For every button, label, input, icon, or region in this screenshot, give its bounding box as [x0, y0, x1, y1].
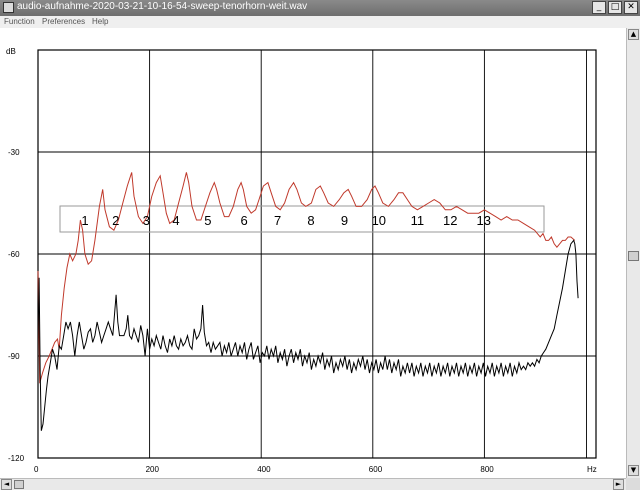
- menu-function[interactable]: Function: [4, 17, 35, 26]
- peak-label: 2: [112, 213, 119, 228]
- peak-label: 1: [81, 213, 88, 228]
- vertical-scrollbar[interactable]: ▲ ▼: [626, 28, 640, 478]
- annotation-box: [59, 205, 545, 233]
- minimize-button[interactable]: _: [592, 1, 606, 14]
- background-noise-line: [37, 239, 579, 431]
- window-controls: _ □ ✕: [592, 1, 638, 14]
- menu-bar: Function Preferences Help: [0, 16, 640, 28]
- peak-label: 6: [240, 213, 247, 228]
- y-axis-label: dB: [6, 47, 16, 56]
- peak-label: 8: [307, 213, 314, 228]
- menu-preferences[interactable]: Preferences: [42, 17, 85, 26]
- peak-label: 9: [341, 213, 348, 228]
- scroll-down-button[interactable]: ▼: [628, 465, 639, 476]
- peak-label: 7: [274, 213, 281, 228]
- close-button[interactable]: ✕: [624, 1, 638, 14]
- vertical-scroll-thumb[interactable]: [628, 251, 639, 261]
- peak-label: 12: [443, 213, 457, 228]
- series-layer: [37, 172, 579, 431]
- app-icon[interactable]: [3, 2, 14, 13]
- peak-label: 11: [411, 213, 425, 228]
- x-tick-label: 0: [34, 465, 39, 474]
- peak-label: 4: [172, 213, 179, 228]
- maximize-button[interactable]: □: [608, 1, 622, 14]
- y-tick-label: -30: [8, 148, 20, 157]
- peak-label: 3: [143, 213, 150, 228]
- peak-label: 13: [476, 213, 490, 228]
- title-bar: audio-aufnahme-2020-03-21-10-16-54-sweep…: [0, 0, 640, 16]
- x-tick-label: 800: [480, 465, 494, 474]
- scroll-right-button[interactable]: ►: [613, 479, 624, 490]
- grid: [37, 49, 597, 459]
- scroll-up-button[interactable]: ▲: [628, 29, 639, 40]
- frequency-response-line: [37, 172, 576, 384]
- plot-area: 1 2 3 4 5 6 7 8 9 10 11 12 13 dB Hz -30 -60 -90 -120 0 20…: [0, 28, 626, 478]
- horizontal-scrollbar[interactable]: ◄ ►: [0, 478, 626, 490]
- x-axis-label: Hz: [587, 465, 597, 474]
- tick-labels: -30 -60 -90 -120 0 200 400 600 800: [8, 148, 494, 474]
- y-tick-label: -120: [8, 454, 25, 463]
- window-title: audio-aufnahme-2020-03-21-10-16-54-sweep…: [17, 1, 308, 12]
- x-tick-label: 600: [369, 465, 383, 474]
- y-tick-label: -60: [8, 250, 20, 259]
- x-tick-label: 200: [146, 465, 160, 474]
- scroll-left-button[interactable]: ◄: [1, 479, 12, 490]
- x-tick-label: 400: [257, 465, 271, 474]
- horizontal-scroll-thumb[interactable]: [14, 480, 24, 489]
- scroll-corner: [626, 478, 640, 490]
- y-tick-label: -90: [8, 352, 20, 361]
- peak-label: 5: [204, 213, 211, 228]
- menu-help[interactable]: Help: [92, 17, 108, 26]
- peak-label: 10: [372, 213, 386, 228]
- frequency-chart: 1 2 3 4 5 6 7 8 9 10 11 12 13 dB Hz -30-60-90-1200 20…: [6, 47, 597, 474]
- annotation-labels: 1 2 3 4 5 6 7 8 9 10 11 12 13: [81, 213, 491, 228]
